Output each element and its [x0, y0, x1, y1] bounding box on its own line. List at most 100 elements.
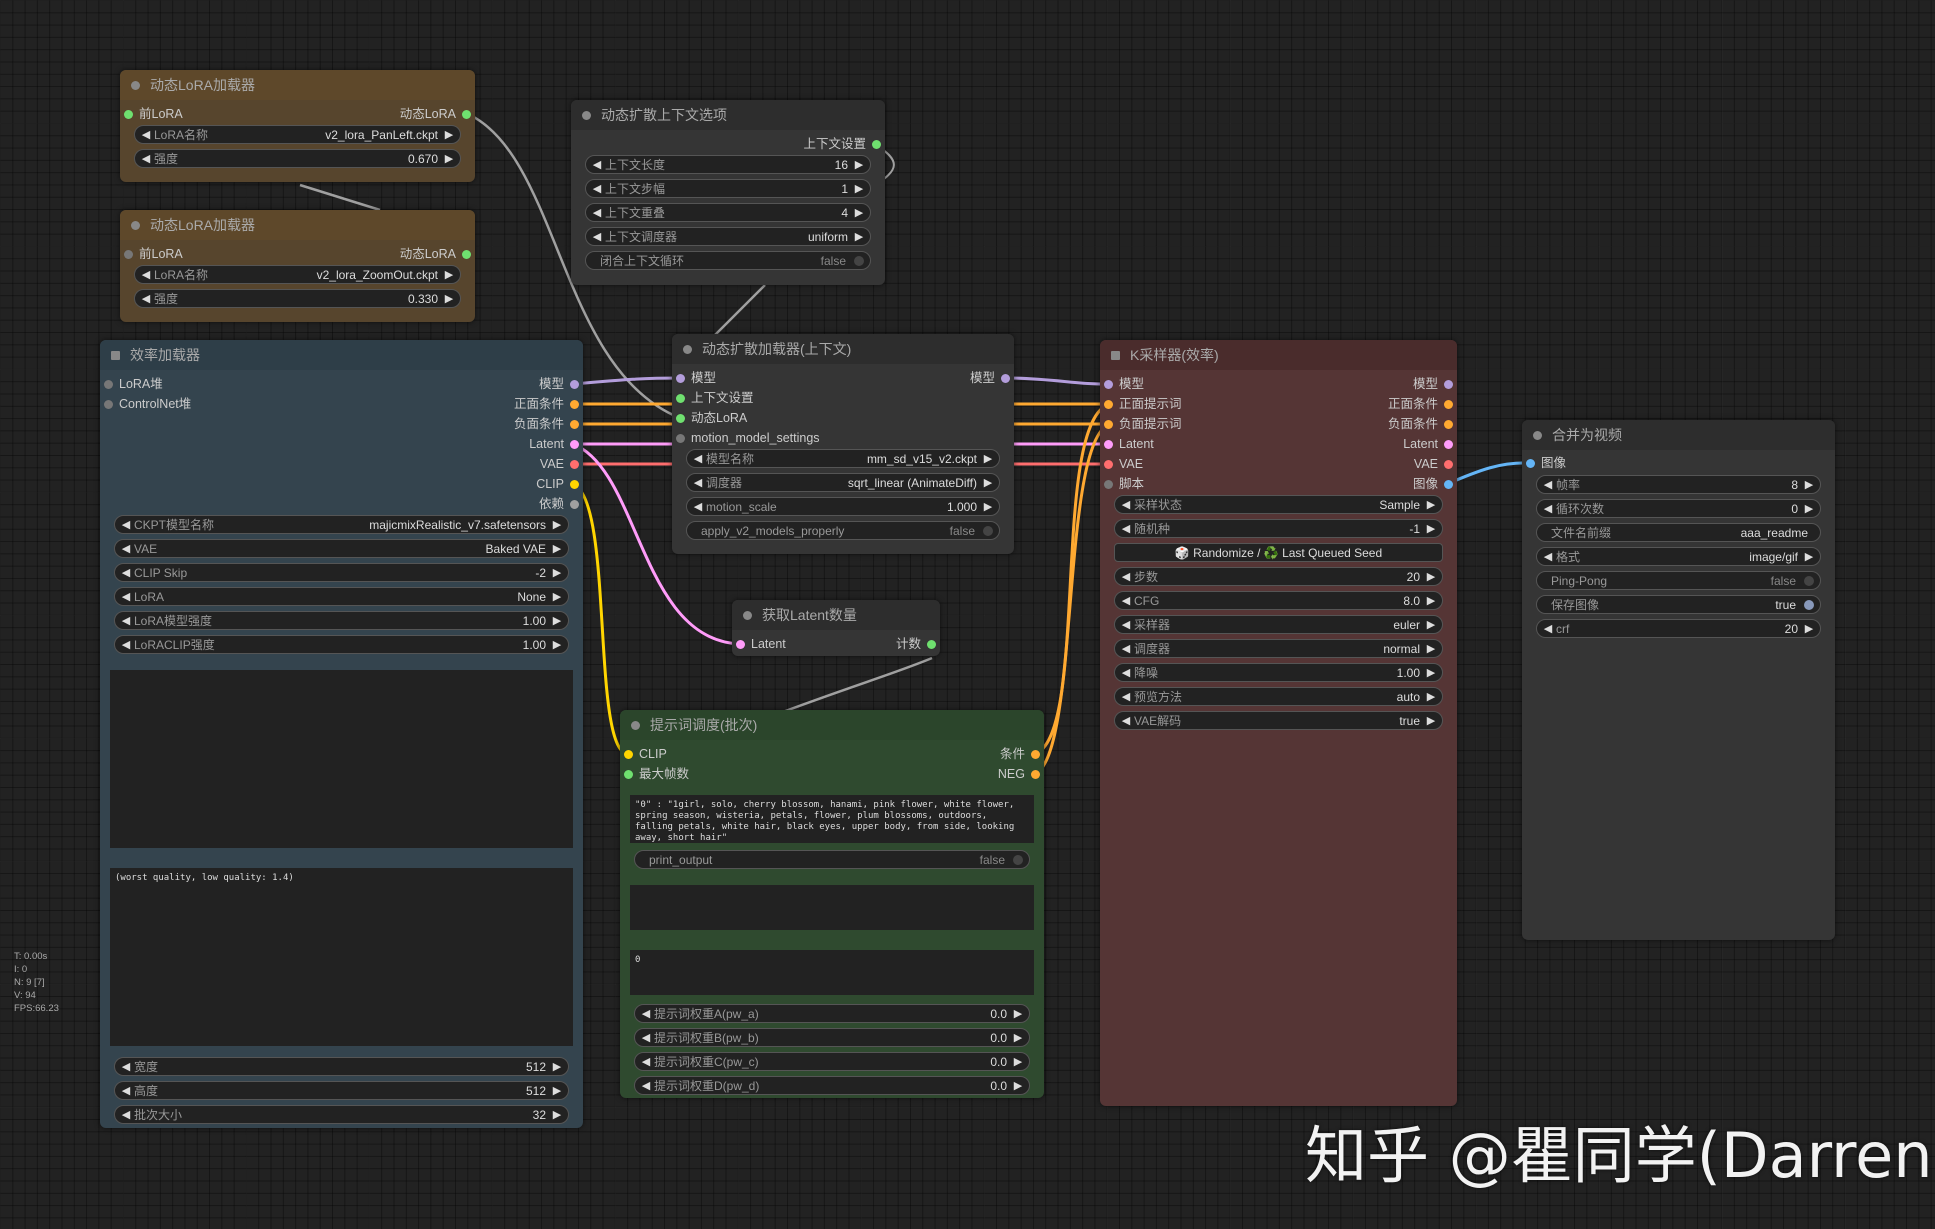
decrement-arrow-icon[interactable]: ◀ [119, 612, 133, 629]
decrement-arrow-icon[interactable]: ◀ [1119, 616, 1133, 633]
output-pin[interactable] [570, 420, 579, 429]
widget-context-overlap[interactable]: ◀ 上下文重叠 4 ▶ [585, 203, 871, 222]
increment-arrow-icon[interactable]: ▶ [1424, 520, 1438, 537]
widget-preview-method[interactable]: ◀ 预览方法 auto ▶ [1114, 687, 1443, 706]
node-lora-loader-2[interactable]: 动态LoRA加载器 前LoRA 动态LoRA ◀ LoRA名称 v2_lora_Zo… [120, 210, 475, 322]
increment-arrow-icon[interactable]: ▶ [981, 474, 995, 491]
widget-clip-skip[interactable]: ◀ CLIP Skip -2 ▶ [114, 563, 569, 582]
widget-batch-size[interactable]: ◀ 批次大小 32 ▶ [114, 1105, 569, 1124]
widget-ckpt-name[interactable]: ◀ CKPT模型名称 majicmixRealistic_v7.safetensor… [114, 515, 569, 534]
decrement-arrow-icon[interactable]: ◀ [1119, 688, 1133, 705]
output-dependencies[interactable]: 依赖 [539, 494, 583, 514]
decrement-arrow-icon[interactable]: ◀ [1119, 712, 1133, 729]
input-lora-stack[interactable]: LoRA堆 [100, 374, 163, 394]
input-pin[interactable] [1104, 380, 1113, 389]
widget-context-scheduler[interactable]: ◀ 上下文调度器 uniform ▶ [585, 227, 871, 246]
increment-arrow-icon[interactable]: ▶ [1424, 496, 1438, 513]
decrement-arrow-icon[interactable]: ◀ [1541, 500, 1555, 517]
decrement-arrow-icon[interactable]: ◀ [1119, 592, 1133, 609]
decrement-arrow-icon[interactable]: ◀ [639, 1005, 653, 1022]
widget-pw-a[interactable]: ◀ 提示词权重A(pw_a) 0.0 ▶ [634, 1004, 1030, 1023]
input-controlnet-stack[interactable]: ControlNet堆 [100, 394, 191, 414]
node-context-options[interactable]: 动态扩散上下文选项 上下文设置 ◀ 上下文长度 16 ▶ ◀ 上下文步幅 1 ▶ ◀ 上下文重… [571, 100, 885, 285]
input-pin[interactable] [124, 250, 133, 259]
widget-height[interactable]: ◀ 高度 512 ▶ [114, 1081, 569, 1100]
node-title[interactable]: 提示词调度(批次) [620, 710, 1044, 740]
collapse-dot-icon[interactable] [743, 611, 752, 620]
decrement-arrow-icon[interactable]: ◀ [139, 266, 153, 283]
input-context-settings[interactable]: 上下文设置 [672, 388, 754, 408]
collapse-dot-icon[interactable] [582, 111, 591, 120]
node-latent-count[interactable]: 获取Latent数量 Latent 计数 [732, 600, 940, 656]
increment-arrow-icon[interactable]: ▶ [1424, 688, 1438, 705]
output-pin[interactable] [1444, 460, 1453, 469]
output-pin[interactable] [1444, 480, 1453, 489]
widget-pw-c[interactable]: ◀ 提示词权重C(pw_c) 0.0 ▶ [634, 1052, 1030, 1071]
input-prev-lora[interactable]: 前LoRA [120, 244, 183, 264]
decrement-arrow-icon[interactable]: ◀ [590, 180, 604, 197]
decrement-arrow-icon[interactable]: ◀ [639, 1029, 653, 1046]
output-pin[interactable] [1444, 420, 1453, 429]
increment-arrow-icon[interactable]: ▶ [442, 150, 456, 167]
input-motion-settings[interactable]: motion_model_settings [672, 428, 820, 448]
input-latent[interactable]: Latent [1100, 434, 1154, 454]
decrement-arrow-icon[interactable]: ◀ [119, 636, 133, 653]
widget-cfg[interactable]: ◀ CFG 8.0 ▶ [1114, 591, 1443, 610]
decrement-arrow-icon[interactable]: ◀ [139, 290, 153, 307]
widget-context-length[interactable]: ◀ 上下文长度 16 ▶ [585, 155, 871, 174]
toggle-knob[interactable] [854, 256, 864, 266]
increment-arrow-icon[interactable]: ▶ [852, 180, 866, 197]
widget-lora-name[interactable]: ◀ LoRA名称 v2_lora_ZoomOut.ckpt ▶ [134, 265, 461, 284]
output-vae[interactable]: VAE [540, 454, 583, 474]
output-pin[interactable] [1444, 440, 1453, 449]
node-title[interactable]: 动态LoRA加载器 [120, 70, 475, 100]
decrement-arrow-icon[interactable]: ◀ [119, 564, 133, 581]
increment-arrow-icon[interactable]: ▶ [1802, 620, 1816, 637]
input-negative[interactable]: 负面提示词 [1100, 414, 1182, 434]
widget-filename-prefix[interactable]: 文件名前缀 aaa_readme [1536, 523, 1821, 542]
node-prompt-schedule[interactable]: 提示词调度(批次) CLIP 最大帧数 条件 NEG "0" : "1girl,… [620, 710, 1044, 1098]
toggle-knob[interactable] [1804, 600, 1814, 610]
decrement-arrow-icon[interactable]: ◀ [119, 1058, 133, 1075]
input-pin[interactable] [624, 750, 633, 759]
input-pin[interactable] [1104, 400, 1113, 409]
increment-arrow-icon[interactable]: ▶ [550, 564, 564, 581]
collapse-dot-icon[interactable] [131, 81, 140, 90]
widget-vae-decode[interactable]: ◀ VAE解码 true ▶ [1114, 711, 1443, 730]
increment-arrow-icon[interactable]: ▶ [442, 290, 456, 307]
widget-steps[interactable]: ◀ 步数 20 ▶ [1114, 567, 1443, 586]
node-title[interactable]: 动态扩散上下文选项 [571, 100, 885, 130]
widget-scheduler[interactable]: ◀ 调度器 normal ▶ [1114, 639, 1443, 658]
decrement-arrow-icon[interactable]: ◀ [1541, 620, 1555, 637]
decrement-arrow-icon[interactable]: ◀ [1541, 476, 1555, 493]
input-pin[interactable] [1104, 480, 1113, 489]
positive-prompt-textarea[interactable] [110, 670, 573, 848]
decrement-arrow-icon[interactable]: ◀ [590, 228, 604, 245]
widget-motion-scale[interactable]: ◀ motion_scale 1.000 ▶ [686, 497, 1000, 516]
input-pin[interactable] [1104, 460, 1113, 469]
node-ksampler-efficient[interactable]: K采样器(效率) 模型 正面提示词 负面提示词 Latent VAE 脚本 模型… [1100, 340, 1457, 1106]
input-max-frames[interactable]: 最大帧数 [620, 764, 689, 784]
output-count[interactable]: 计数 [896, 634, 940, 654]
output-model[interactable]: 模型 [539, 374, 583, 394]
input-pin[interactable] [1104, 420, 1113, 429]
collapse-dot-icon[interactable] [111, 351, 120, 360]
decrement-arrow-icon[interactable]: ◀ [119, 540, 133, 557]
decrement-arrow-icon[interactable]: ◀ [590, 156, 604, 173]
node-title[interactable]: 动态LoRA加载器 [120, 210, 475, 240]
collapse-dot-icon[interactable] [631, 721, 640, 730]
input-pin[interactable] [104, 400, 113, 409]
node-title[interactable]: 动态扩散加载器(上下文) [672, 334, 1014, 364]
collapse-dot-icon[interactable] [131, 221, 140, 230]
input-pin[interactable] [1526, 459, 1535, 468]
increment-arrow-icon[interactable]: ▶ [550, 636, 564, 653]
output-image[interactable]: 图像 [1413, 474, 1457, 494]
decrement-arrow-icon[interactable]: ◀ [1119, 640, 1133, 657]
output-pin[interactable] [570, 460, 579, 469]
increment-arrow-icon[interactable]: ▶ [981, 450, 995, 467]
input-pin[interactable] [624, 770, 633, 779]
output-vae[interactable]: VAE [1414, 454, 1457, 474]
node-title[interactable]: 合并为视频 [1522, 420, 1835, 450]
widget-print-output-toggle[interactable]: print_output false [634, 850, 1030, 869]
widget-strength[interactable]: ◀ 强度 0.670 ▶ [134, 149, 461, 168]
